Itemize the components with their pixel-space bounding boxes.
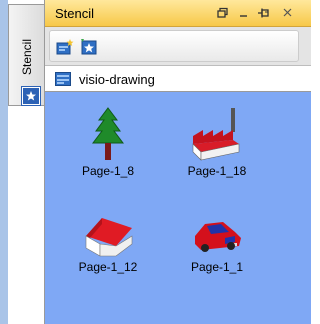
- pin-icon[interactable]: [255, 4, 273, 22]
- car-icon: [195, 222, 241, 252]
- shape-label: Page-1_1: [190, 260, 244, 274]
- tree-icon: [92, 107, 124, 160]
- panel-title-bar: Stencil: [45, 0, 311, 27]
- stencil-vertical-tab[interactable]: Stencil: [8, 4, 44, 106]
- shape-house[interactable]: Page-1_12: [58, 214, 158, 274]
- document-row[interactable]: visio-drawing: [45, 65, 311, 92]
- document-label: visio-drawing: [79, 72, 155, 87]
- panel-toolbar: [45, 27, 311, 65]
- shape-label: Page-1_18: [187, 164, 247, 178]
- new-stencil-icon[interactable]: [56, 38, 74, 56]
- shape-factory[interactable]: Page-1_18: [167, 106, 267, 178]
- shape-label: Page-1_12: [78, 260, 138, 274]
- factory-icon: [192, 108, 240, 161]
- vertical-tab-label: Stencil: [20, 38, 34, 76]
- open-stencil-icon[interactable]: [80, 38, 98, 56]
- document-icon: [55, 72, 71, 86]
- panel-title: Stencil: [55, 6, 95, 21]
- toolbar-strip: [49, 30, 299, 62]
- shape-car[interactable]: Page-1_1: [167, 214, 267, 274]
- shape-tree[interactable]: Page-1_8: [58, 106, 158, 178]
- stencil-star-icon[interactable]: [21, 86, 41, 106]
- window-restore-icon[interactable]: [213, 4, 231, 22]
- minimize-icon[interactable]: [235, 4, 253, 22]
- stencil-panel: Stencil visio-drawing Page-1_8 Page-1_18…: [44, 0, 311, 324]
- stencil-canvas: Page-1_8 Page-1_18 Page-1_12 Page-1_1: [45, 92, 311, 324]
- close-icon[interactable]: [279, 4, 297, 22]
- house-icon: [85, 218, 133, 257]
- shape-label: Page-1_8: [81, 164, 135, 178]
- left-side-strip: [0, 0, 8, 324]
